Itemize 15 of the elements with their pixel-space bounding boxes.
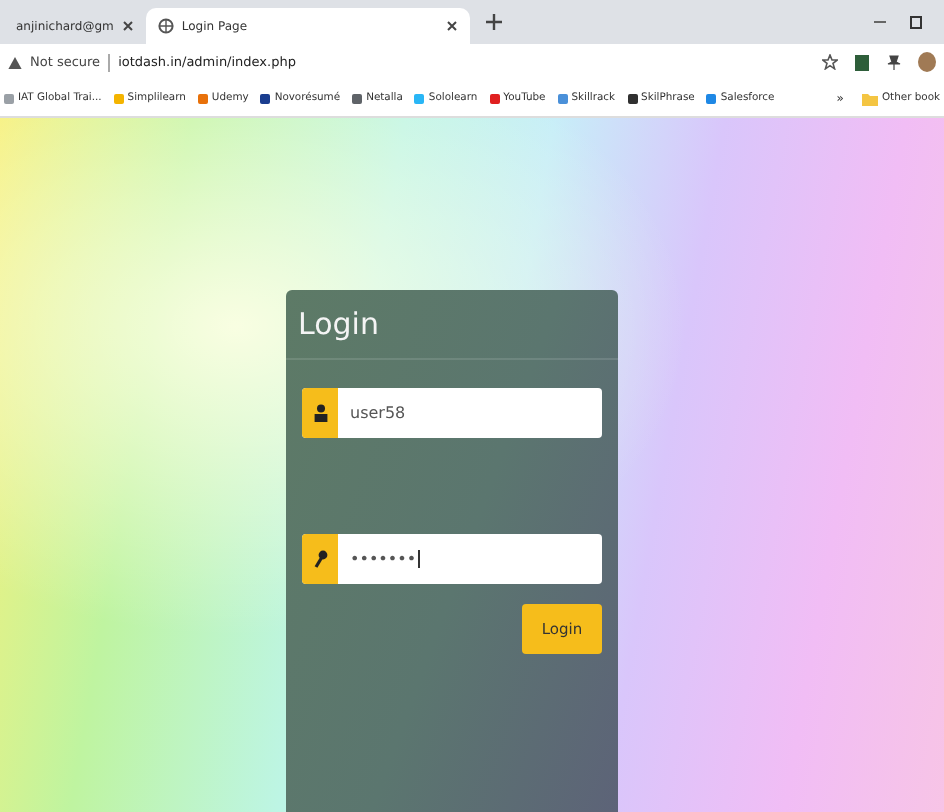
close-icon bbox=[121, 20, 134, 32]
star-icon bbox=[822, 54, 838, 70]
input-field[interactable]: user58 bbox=[302, 388, 602, 438]
plus-icon bbox=[485, 14, 502, 30]
close-icon bbox=[445, 20, 458, 32]
avatar-icon bbox=[918, 52, 936, 72]
warning-icon bbox=[8, 55, 22, 69]
login-heading: Login bbox=[286, 290, 618, 360]
restore-icon bbox=[908, 14, 924, 30]
input-field[interactable]: ••••••• bbox=[302, 534, 602, 584]
key-icon bbox=[313, 550, 327, 568]
user-icon bbox=[313, 404, 327, 422]
globe-icon bbox=[157, 18, 174, 34]
pin-icon bbox=[886, 54, 902, 70]
folder-icon bbox=[861, 91, 878, 105]
